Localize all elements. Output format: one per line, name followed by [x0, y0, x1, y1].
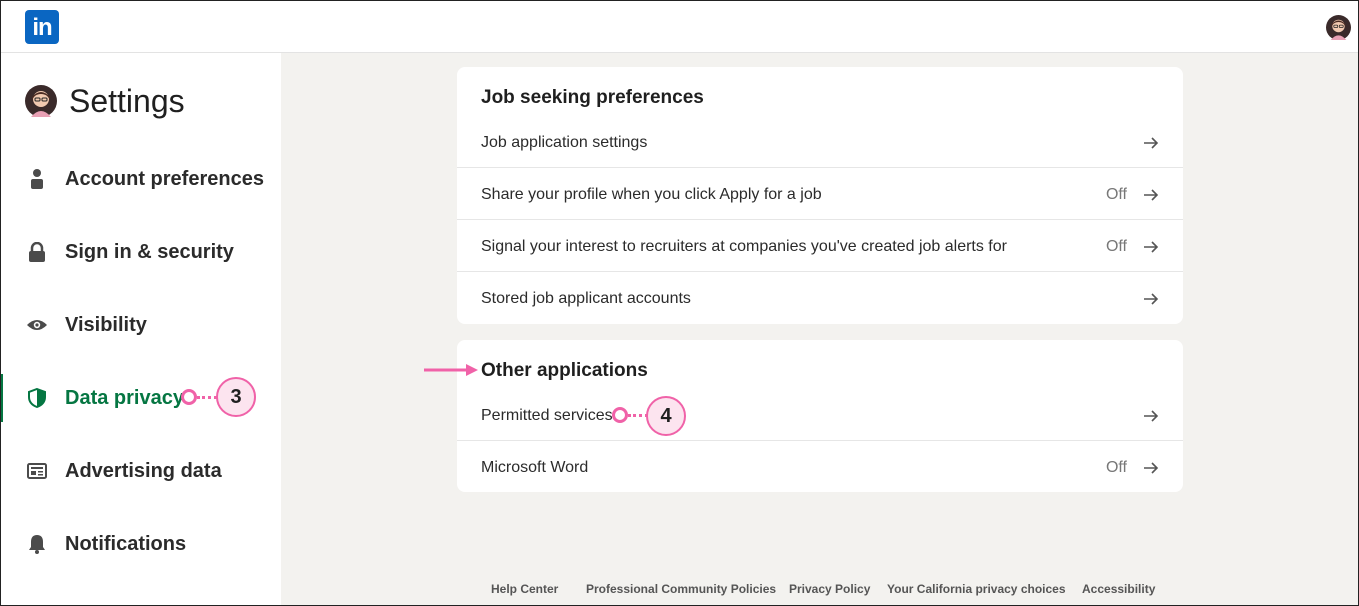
person-icon — [26, 168, 48, 190]
footer-link-community-policies[interactable]: Professional Community Policies — [586, 582, 776, 596]
status-off: Off — [1105, 186, 1127, 203]
settings-title: Settings — [69, 82, 185, 119]
sidebar-item-label: Data privacy — [65, 386, 184, 409]
row-microsoft-word[interactable]: Microsoft Word Off — [457, 442, 1183, 494]
sidebar-item-label: Visibility — [65, 313, 147, 336]
sidebar-item-label: Notifications — [65, 532, 187, 555]
sidebar-item-label: Advertising data — [65, 459, 222, 482]
row-signal-interest-recruiters[interactable]: Signal your interest to recruiters at co… — [457, 221, 1183, 273]
bell-icon — [26, 533, 48, 555]
settings-header: Settings — [25, 81, 185, 121]
sidebar-item-label: Account preferences — [65, 167, 264, 190]
other-applications-card: Other applications Permitted services Mi… — [457, 340, 1183, 492]
linkedin-logo[interactable]: in — [25, 10, 59, 44]
row-share-profile-apply[interactable]: Share your profile when you click Apply … — [457, 169, 1183, 221]
settings-sidebar: Settings Account preferences Sign in & s… — [0, 53, 281, 606]
top-navigation-bar: in — [0, 0, 1359, 53]
sidebar-item-sign-in-security[interactable]: Sign in & security — [0, 228, 281, 276]
sidebar-item-account-preferences[interactable]: Account preferences — [0, 155, 281, 203]
row-label: Share your profile when you click Apply … — [481, 186, 822, 203]
footer: Help Center Professional Community Polic… — [281, 582, 1359, 602]
settings-avatar-icon — [25, 85, 57, 117]
main-content: Job seeking preferences Job application … — [281, 53, 1359, 606]
eye-icon — [26, 314, 48, 336]
sidebar-item-advertising-data[interactable]: Advertising data — [0, 447, 281, 495]
sidebar-item-label: Sign in & security — [65, 240, 234, 263]
status-off: Off — [1105, 238, 1127, 255]
step-3-badge: 3 — [216, 377, 256, 417]
callout-connector-3 — [197, 396, 217, 399]
footer-link-california-privacy[interactable]: Your California privacy choices — [887, 582, 1066, 596]
callout-ring-4 — [612, 407, 628, 423]
profile-avatar-icon[interactable] — [1326, 15, 1351, 40]
arrow-right-icon — [1144, 410, 1159, 422]
arrow-right-icon — [1144, 189, 1159, 201]
card-title: Other applications — [481, 360, 648, 381]
row-label: Microsoft Word — [481, 459, 589, 476]
divider — [457, 271, 1183, 272]
arrow-right-icon — [1144, 462, 1159, 474]
arrow-right-icon — [1144, 293, 1159, 305]
row-stored-job-applicant-accounts[interactable]: Stored job applicant accounts — [457, 273, 1183, 325]
card-title: Job seeking preferences — [481, 87, 704, 108]
footer-link-help-center[interactable]: Help Center — [491, 582, 558, 596]
row-label: Job application settings — [481, 134, 648, 151]
row-label: Stored job applicant accounts — [481, 290, 691, 307]
divider — [457, 440, 1183, 441]
shield-icon — [26, 387, 48, 409]
pointer-arrow-icon — [424, 364, 478, 376]
job-seeking-preferences-card: Job seeking preferences Job application … — [457, 67, 1183, 324]
footer-link-privacy-policy[interactable]: Privacy Policy — [789, 582, 870, 596]
callout-connector-4 — [628, 414, 648, 417]
divider — [457, 219, 1183, 220]
row-job-application-settings[interactable]: Job application settings — [457, 117, 1183, 169]
lock-icon — [26, 241, 48, 263]
arrow-right-icon — [1144, 137, 1159, 149]
sidebar-item-visibility[interactable]: Visibility — [0, 301, 281, 349]
status-off: Off — [1105, 459, 1127, 476]
row-label: Permitted services — [481, 407, 613, 424]
sidebar-item-notifications[interactable]: Notifications — [0, 520, 281, 568]
newspaper-icon — [26, 460, 48, 482]
callout-ring-3 — [181, 389, 197, 405]
footer-link-accessibility[interactable]: Accessibility — [1082, 582, 1155, 596]
divider — [457, 167, 1183, 168]
arrow-right-icon — [1144, 241, 1159, 253]
row-permitted-services[interactable]: Permitted services — [457, 390, 1183, 442]
step-4-badge: 4 — [646, 396, 686, 436]
row-label: Signal your interest to recruiters at co… — [481, 238, 1007, 255]
